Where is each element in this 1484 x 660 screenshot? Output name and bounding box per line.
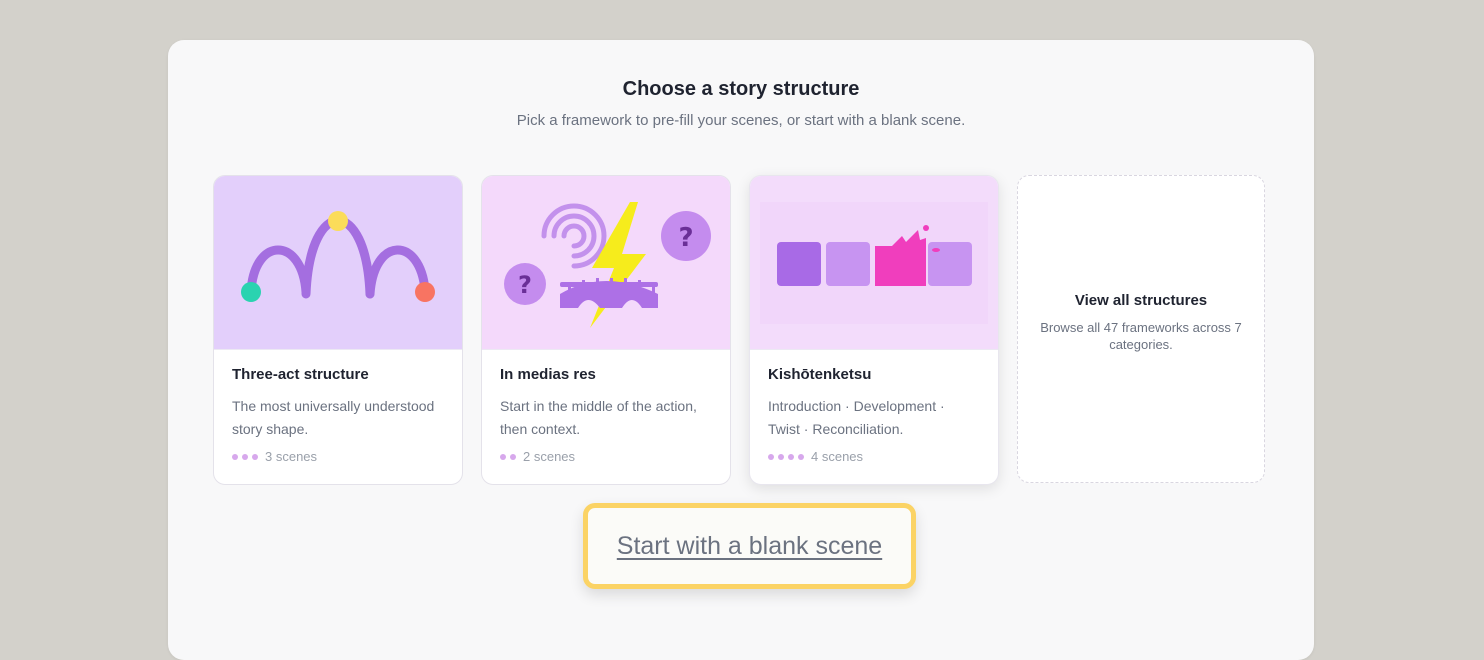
lightning-bridge-illustration: ? ? <box>482 176 730 350</box>
three-act-arc-illustration <box>214 176 462 350</box>
svg-text:?: ? <box>678 223 693 253</box>
scene-count: 3 scenes <box>232 449 444 464</box>
scene-dots-icon <box>232 453 258 460</box>
scene-count: 4 scenes <box>768 449 980 464</box>
card-in-medias-res[interactable]: ? ? In medias res Start in the middle of… <box>481 175 731 485</box>
page-subtitle: Pick a framework to pre-fill your scenes… <box>516 112 966 129</box>
card-description: The most universally understood story sh… <box>232 398 435 437</box>
scene-count-label: 3 scenes <box>265 449 318 464</box>
view-all-structures-card[interactable]: View all structures Browse all 47 framew… <box>1017 175 1265 483</box>
card-kishotenketsu[interactable]: Kishōtenketsu Introduction · Development… <box>749 175 999 485</box>
start-blank-scene-label[interactable]: Start with a blank scene <box>617 532 882 561</box>
structure-picker-panel: Choose a story structure Pick a framewor… <box>168 40 1314 660</box>
scene-count-label: 2 scenes <box>523 449 576 464</box>
page-title: Choose a story structure <box>622 78 860 100</box>
card-title: Kishōtenketsu <box>768 366 872 383</box>
scene-dots-icon <box>768 453 804 460</box>
card-description: Start in the middle of the action, then … <box>500 398 697 437</box>
view-all-title: View all structures <box>1074 291 1208 309</box>
card-three-act-structure[interactable]: Three-act structure The most universally… <box>213 175 463 485</box>
start-blank-scene-button[interactable]: Start with a blank scene <box>583 503 916 589</box>
view-all-description: Browse all 47 frameworks across 7 catego… <box>1040 319 1242 352</box>
svg-text:?: ? <box>518 271 532 299</box>
card-title: Three-act structure <box>232 366 369 383</box>
scene-dots-icon <box>500 453 516 460</box>
scene-count: 2 scenes <box>500 449 712 464</box>
card-description: Introduction · Development · Twist · Rec… <box>768 398 945 437</box>
scene-count-label: 4 scenes <box>811 449 864 464</box>
card-title: In medias res <box>500 366 596 383</box>
four-panels-twist-illustration <box>750 176 998 350</box>
